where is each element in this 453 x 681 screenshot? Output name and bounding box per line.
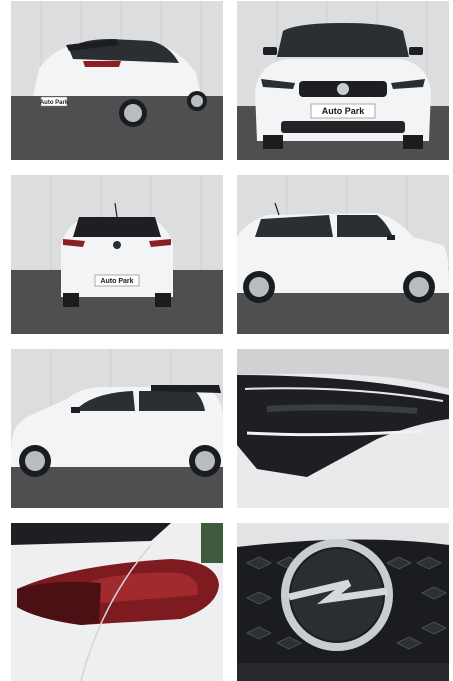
- car-rear-three-quarter-image: Auto Park: [11, 1, 223, 160]
- gallery-photo-side-left[interactable]: [11, 349, 223, 508]
- gallery-photo-headlight-detail[interactable]: [237, 349, 449, 508]
- gallery-photo-rear-three-quarter[interactable]: Auto Park: [11, 1, 223, 160]
- license-plate-text: Auto Park: [322, 106, 366, 116]
- car-rear-image: Auto Park: [11, 175, 223, 334]
- taillight-detail-image: [11, 523, 223, 681]
- license-plate-text: Auto Park: [40, 100, 69, 106]
- photo-gallery: Auto Park Auto Park Auto Park: [0, 0, 453, 681]
- car-side-right-image: [237, 175, 449, 334]
- gallery-photo-taillight-detail[interactable]: [11, 523, 223, 681]
- headlight-detail-image: [237, 349, 449, 508]
- gallery-photo-logo-detail[interactable]: [237, 523, 449, 681]
- gallery-photo-front[interactable]: Auto Park: [237, 1, 449, 160]
- gallery-photo-side-right[interactable]: [237, 175, 449, 334]
- car-front-image: Auto Park: [237, 1, 449, 160]
- grille-logo-detail-image: [237, 523, 449, 681]
- car-side-left-image: [11, 349, 223, 508]
- gallery-photo-rear[interactable]: Auto Park: [11, 175, 223, 334]
- license-plate-text: Auto Park: [100, 278, 133, 285]
